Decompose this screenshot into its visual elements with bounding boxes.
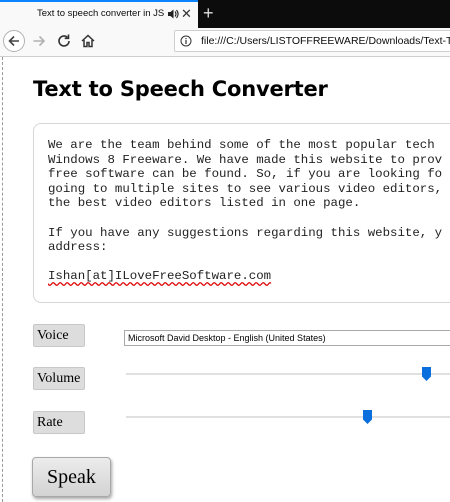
navigation-toolbar: file:///C:/Users/LISTOFFREEWARE/Download…	[0, 28, 450, 57]
url-text: file:///C:/Users/LISTOFFREEWARE/Download…	[201, 35, 450, 47]
back-button[interactable]	[3, 30, 25, 52]
rate-slider[interactable]	[126, 410, 450, 424]
rate-slider-thumb[interactable]	[362, 410, 372, 424]
volume-label: Volume	[33, 367, 85, 390]
info-icon[interactable]	[180, 35, 192, 47]
voice-label: Voice	[33, 324, 85, 347]
volume-slider[interactable]	[126, 367, 450, 381]
page-title: Text to Speech Converter	[33, 77, 328, 101]
speaker-icon[interactable]	[167, 8, 179, 20]
new-tab-button[interactable]: +	[203, 2, 214, 24]
page-content: Text to Speech Converter We are the team…	[0, 57, 450, 502]
volume-slider-track	[126, 373, 450, 375]
page-left-border	[2, 57, 3, 502]
speak-button[interactable]: Speak	[32, 457, 111, 497]
close-tab-icon[interactable]: ✕	[181, 6, 192, 22]
email-text: Ishan[at]ILoveFreeSoftware.com	[48, 269, 272, 284]
address-bar[interactable]: file:///C:/Users/LISTOFFREEWARE/Download…	[174, 30, 450, 52]
back-arrow-icon	[8, 35, 19, 47]
text-content: We are the team behind some of the most …	[48, 138, 443, 284]
home-icon[interactable]	[80, 33, 96, 49]
rate-label: Rate	[33, 411, 85, 434]
reload-icon[interactable]	[56, 33, 72, 49]
voice-select[interactable]: Microsoft David Desktop - English (Unite…	[124, 330, 450, 346]
tab-title: Text to speech converter in JS	[37, 8, 165, 19]
browser-tab[interactable]: Text to speech converter in JS ✕	[0, 0, 198, 28]
rate-slider-track	[126, 416, 450, 418]
tab-strip: Text to speech converter in JS ✕ +	[0, 0, 450, 28]
text-input-area[interactable]: We are the team behind some of the most …	[33, 123, 450, 303]
volume-slider-thumb[interactable]	[422, 367, 432, 381]
forward-arrow-icon[interactable]	[31, 33, 47, 49]
